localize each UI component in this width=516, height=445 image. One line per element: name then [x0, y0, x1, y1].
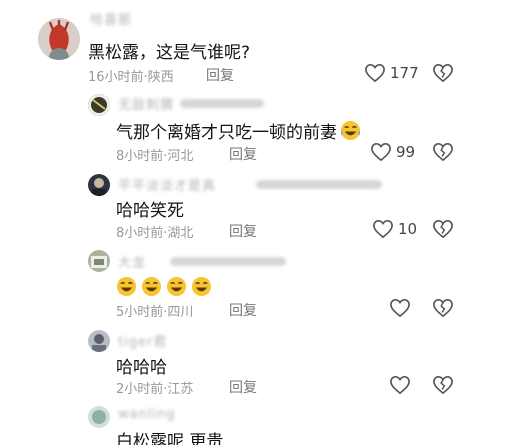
- heart-icon: [390, 298, 410, 318]
- heart-icon: [365, 63, 385, 83]
- like-count: 99: [396, 143, 416, 161]
- time: 8小时前: [116, 149, 164, 164]
- broken-heart-icon: [433, 142, 453, 162]
- username[interactable]: 哈喜那: [90, 9, 132, 28]
- avatar[interactable]: [88, 406, 110, 428]
- avatar[interactable]: [88, 330, 110, 352]
- avatar[interactable]: [38, 18, 80, 60]
- reply-button[interactable]: 回复: [229, 300, 257, 320]
- grinning-emoji-icon: [116, 276, 137, 297]
- broken-heart-icon: [433, 298, 453, 318]
- location: 河北: [167, 149, 194, 164]
- heart-icon: [373, 219, 393, 239]
- dislike-button[interactable]: [432, 63, 454, 83]
- reply-button[interactable]: 回复: [229, 377, 257, 397]
- location: 陕西: [147, 70, 174, 85]
- username[interactable]: wanling: [118, 407, 176, 422]
- comment-3: 平平淡淡才是真 哈哈笑死 8小时前·湖北 回复 10: [0, 170, 516, 246]
- username[interactable]: 大龙: [118, 252, 146, 271]
- like-button[interactable]: [389, 375, 411, 395]
- time: 5小时前: [116, 305, 164, 320]
- dislike-button[interactable]: [432, 375, 454, 395]
- broken-heart-icon: [433, 375, 453, 395]
- reply-button[interactable]: 回复: [229, 144, 257, 164]
- dislike-button[interactable]: [432, 219, 454, 239]
- time: 16小时前: [88, 70, 144, 85]
- like-button[interactable]: [389, 298, 411, 318]
- comment-text: 哈哈哈: [116, 358, 167, 378]
- comment-text: 气那个离婚才只吃一顿的前妻: [116, 118, 365, 143]
- emoji-row: [116, 276, 216, 297]
- username[interactable]: 无敌刺猬: [118, 94, 174, 113]
- comment-text: 黑松露，这是气谁呢?: [88, 43, 251, 63]
- laughing-tears-emoji-icon: [340, 120, 361, 141]
- username[interactable]: tiger君: [118, 331, 167, 350]
- comment-5: tiger君 哈哈哈 2小时前·江苏 回复: [0, 326, 516, 400]
- comment-6: wanling 白松露呢 更贵: [0, 402, 516, 445]
- like-button[interactable]: 99: [370, 142, 415, 162]
- grinning-emoji-icon: [141, 276, 162, 297]
- comment-meta: 16小时前·陕西: [88, 66, 174, 85]
- username[interactable]: 平平淡淡才是真: [118, 175, 216, 194]
- comment-1: 哈喜那 黑松露，这是气谁呢? 16小时前·陕西 回复 177: [0, 0, 516, 85]
- comment-meta: 8小时前·湖北: [116, 222, 193, 241]
- avatar[interactable]: [88, 94, 110, 116]
- comment-4: 大龙 5小时前·四川 回复: [0, 246, 516, 324]
- broken-heart-icon: [433, 63, 453, 83]
- dislike-button[interactable]: [432, 142, 454, 162]
- comment-text-content: 气那个离婚才只吃一顿的前妻: [116, 123, 337, 143]
- comment-2: 无敌刺猬 气那个离婚才只吃一顿的前妻 8小时前·河北 回复 99: [0, 88, 516, 166]
- comment-meta: 5小时前·四川: [116, 301, 193, 320]
- location: 湖北: [167, 226, 194, 241]
- blurred-tag: [256, 180, 382, 189]
- location: 江苏: [167, 382, 194, 397]
- like-button[interactable]: 10: [372, 219, 417, 239]
- comment-meta: 2小时前·江苏: [116, 378, 193, 397]
- reply-button[interactable]: 回复: [206, 65, 234, 85]
- reply-button[interactable]: 回复: [229, 221, 257, 241]
- avatar[interactable]: [88, 250, 110, 272]
- dislike-button[interactable]: [432, 298, 454, 318]
- like-count: 177: [390, 64, 419, 82]
- comment-text: 白松露呢 更贵: [116, 432, 224, 445]
- time: 2小时前: [116, 382, 164, 397]
- blurred-tag: [170, 257, 286, 266]
- blurred-tag: [180, 99, 264, 108]
- heart-icon: [390, 375, 410, 395]
- location: 四川: [167, 305, 194, 320]
- avatar[interactable]: [88, 174, 110, 196]
- broken-heart-icon: [433, 219, 453, 239]
- heart-icon: [371, 142, 391, 162]
- comment-meta: 8小时前·河北: [116, 145, 193, 164]
- grinning-emoji-icon: [166, 276, 187, 297]
- comment-text: 哈哈笑死: [116, 201, 184, 221]
- like-button[interactable]: 177: [364, 63, 419, 83]
- grinning-emoji-icon: [191, 276, 212, 297]
- time: 8小时前: [116, 226, 164, 241]
- like-count: 10: [398, 220, 418, 238]
